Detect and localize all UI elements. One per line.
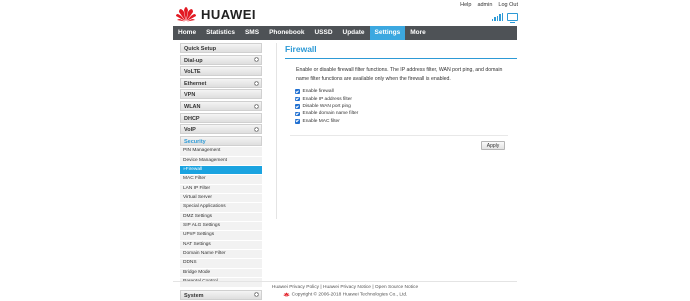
nav-settings[interactable]: Settings bbox=[369, 26, 406, 40]
option-enable-domain-name-filter[interactable]: Enable domain name filter bbox=[295, 110, 358, 117]
huawei-flower-icon bbox=[283, 292, 290, 297]
main-content: Firewall bbox=[285, 44, 515, 55]
content-separator bbox=[290, 135, 508, 136]
sidebar-item-security[interactable]: Security bbox=[180, 135, 262, 146]
nav-home[interactable]: Home bbox=[173, 26, 201, 40]
sidebar-subitem-sip-alg-settings[interactable]: SIP ALG Settings bbox=[180, 222, 262, 232]
footer-divider bbox=[173, 281, 517, 282]
sidebar-subitem-virtual-server[interactable]: Virtual Server bbox=[180, 194, 262, 204]
huawei-flower-icon bbox=[175, 6, 197, 22]
brand-name: HUAWEI bbox=[201, 6, 256, 22]
footer-separator: | bbox=[320, 285, 322, 290]
checkbox-checked-icon[interactable] bbox=[295, 111, 300, 117]
option-label: Enable IP address filter bbox=[302, 96, 353, 102]
copyright-text: Copyright © 2006-2018 Huawei Technologie… bbox=[291, 292, 408, 298]
help-link[interactable]: Help bbox=[460, 2, 471, 8]
sidebar-subitem-ddns[interactable]: DDNS bbox=[180, 259, 262, 269]
expand-icon bbox=[254, 57, 259, 63]
sidebar-item-label: Ethernet bbox=[184, 80, 207, 87]
expand-icon bbox=[254, 80, 259, 86]
sidebar-item-quick-setup[interactable]: Quick Setup bbox=[180, 43, 262, 53]
privacy-notice-link[interactable]: Huawei Privacy Notice bbox=[323, 285, 371, 290]
sidebar-item-ethernet[interactable]: Ethernet bbox=[180, 77, 262, 88]
nav-update[interactable]: Update bbox=[338, 26, 370, 40]
option-label: Disable WAN port ping bbox=[302, 103, 351, 109]
sidebar-item-voip[interactable]: VoIP bbox=[180, 124, 262, 135]
page-title: Firewall bbox=[285, 44, 317, 54]
option-enable-mac-filter[interactable]: Enable MAC filter bbox=[295, 118, 358, 125]
sidebar-subitem-pin-management[interactable]: PIN Management bbox=[180, 147, 262, 157]
column-divider bbox=[276, 43, 277, 219]
open-source-notice-link[interactable]: Open Source Notice bbox=[375, 285, 418, 290]
sidebar-subitem-bridge-mode[interactable]: Bridge Mode bbox=[180, 268, 262, 279]
option-label: Enable MAC filter bbox=[302, 118, 340, 124]
option-disable-wan-port-ping[interactable]: Disable WAN port ping bbox=[295, 103, 358, 110]
checkbox-checked-icon[interactable] bbox=[295, 119, 300, 124]
privacy-policy-link[interactable]: Huawei Privacy Policy bbox=[272, 285, 319, 290]
sidebar-subitem-mac-filter[interactable]: MAC Filter bbox=[180, 175, 262, 185]
sidebar-item-volte[interactable]: VoLTE bbox=[180, 66, 262, 77]
sidebar-item-label: Dial-up bbox=[184, 57, 203, 64]
footer-links: Huawei Privacy Policy | Huawei Privacy N… bbox=[0, 285, 690, 290]
main-nav: Home Statistics SMS Phonebook USSD Updat… bbox=[173, 26, 517, 40]
checkbox-checked-icon[interactable] bbox=[295, 104, 300, 109]
logout-link[interactable]: Log Out bbox=[498, 2, 518, 8]
expand-icon bbox=[254, 126, 259, 132]
footer-separator: | bbox=[372, 285, 374, 290]
sidebar-subitem-firewall[interactable]: »Firewall bbox=[180, 166, 262, 176]
top-links: Help admin Log Out bbox=[460, 2, 518, 8]
page-description: Enable or disable firewall filter functi… bbox=[296, 67, 503, 82]
checkbox-checked-icon[interactable] bbox=[295, 89, 300, 94]
sidebar-item-wlan[interactable]: WLAN bbox=[180, 100, 262, 111]
sidebar-subitem-domain-name-filter[interactable]: Domain Name Filter bbox=[180, 250, 262, 260]
sidebar-subitem-upnp-settings[interactable]: UPnP Settings bbox=[180, 231, 262, 241]
apply-button[interactable]: Apply bbox=[481, 141, 505, 150]
status-icons bbox=[491, 13, 518, 23]
expand-icon bbox=[254, 103, 259, 109]
nav-sms[interactable]: SMS bbox=[240, 26, 264, 40]
sidebar-subitem-dmz-settings[interactable]: DMZ Settings bbox=[180, 212, 262, 223]
signal-strength-icon bbox=[491, 13, 503, 21]
sidebar-item-dhcp[interactable]: DHCP bbox=[180, 112, 262, 123]
sidebar-subitem-nat-settings[interactable]: NAT Settings bbox=[180, 240, 262, 251]
option-enable-ip-address-filter[interactable]: Enable IP address filter bbox=[295, 95, 358, 102]
footer-copyright: Copyright © 2006-2018 Huawei Technologie… bbox=[0, 292, 690, 297]
sidebar-item-vpn[interactable]: VPN bbox=[180, 89, 262, 100]
sidebar-item-label: VoIP bbox=[184, 127, 196, 134]
firewall-options: Enable firewall Enable IP address filter… bbox=[295, 88, 358, 125]
checkbox-checked-icon[interactable] bbox=[295, 96, 300, 102]
settings-sidebar: Quick Setup Dial-up VoLTE Ethernet VPN W… bbox=[180, 43, 262, 301]
option-label: Enable firewall bbox=[302, 89, 334, 95]
admin-link[interactable]: admin bbox=[477, 2, 492, 8]
title-underline bbox=[285, 58, 517, 59]
sidebar-item-label: WLAN bbox=[184, 103, 201, 110]
option-label: Enable domain name filter bbox=[302, 111, 359, 117]
brand-logo[interactable]: HUAWEI bbox=[175, 5, 256, 23]
sidebar-item-dial-up[interactable]: Dial-up bbox=[180, 54, 262, 65]
option-enable-firewall[interactable]: Enable firewall bbox=[295, 88, 358, 95]
nav-phonebook[interactable]: Phonebook bbox=[264, 26, 309, 40]
top-bar: HUAWEI Help admin Log Out bbox=[0, 0, 690, 26]
nav-more[interactable]: More bbox=[405, 26, 431, 40]
sidebar-subitem-lan-ip-filter[interactable]: LAN IP Filter bbox=[180, 184, 262, 195]
sidebar-subitem-special-applications[interactable]: Special Applications bbox=[180, 203, 262, 213]
nav-statistics[interactable]: Statistics bbox=[201, 26, 240, 40]
sidebar-subitem-device-management[interactable]: Device Management bbox=[180, 156, 262, 167]
nav-ussd[interactable]: USSD bbox=[309, 26, 337, 40]
monitor-icon bbox=[507, 13, 518, 23]
